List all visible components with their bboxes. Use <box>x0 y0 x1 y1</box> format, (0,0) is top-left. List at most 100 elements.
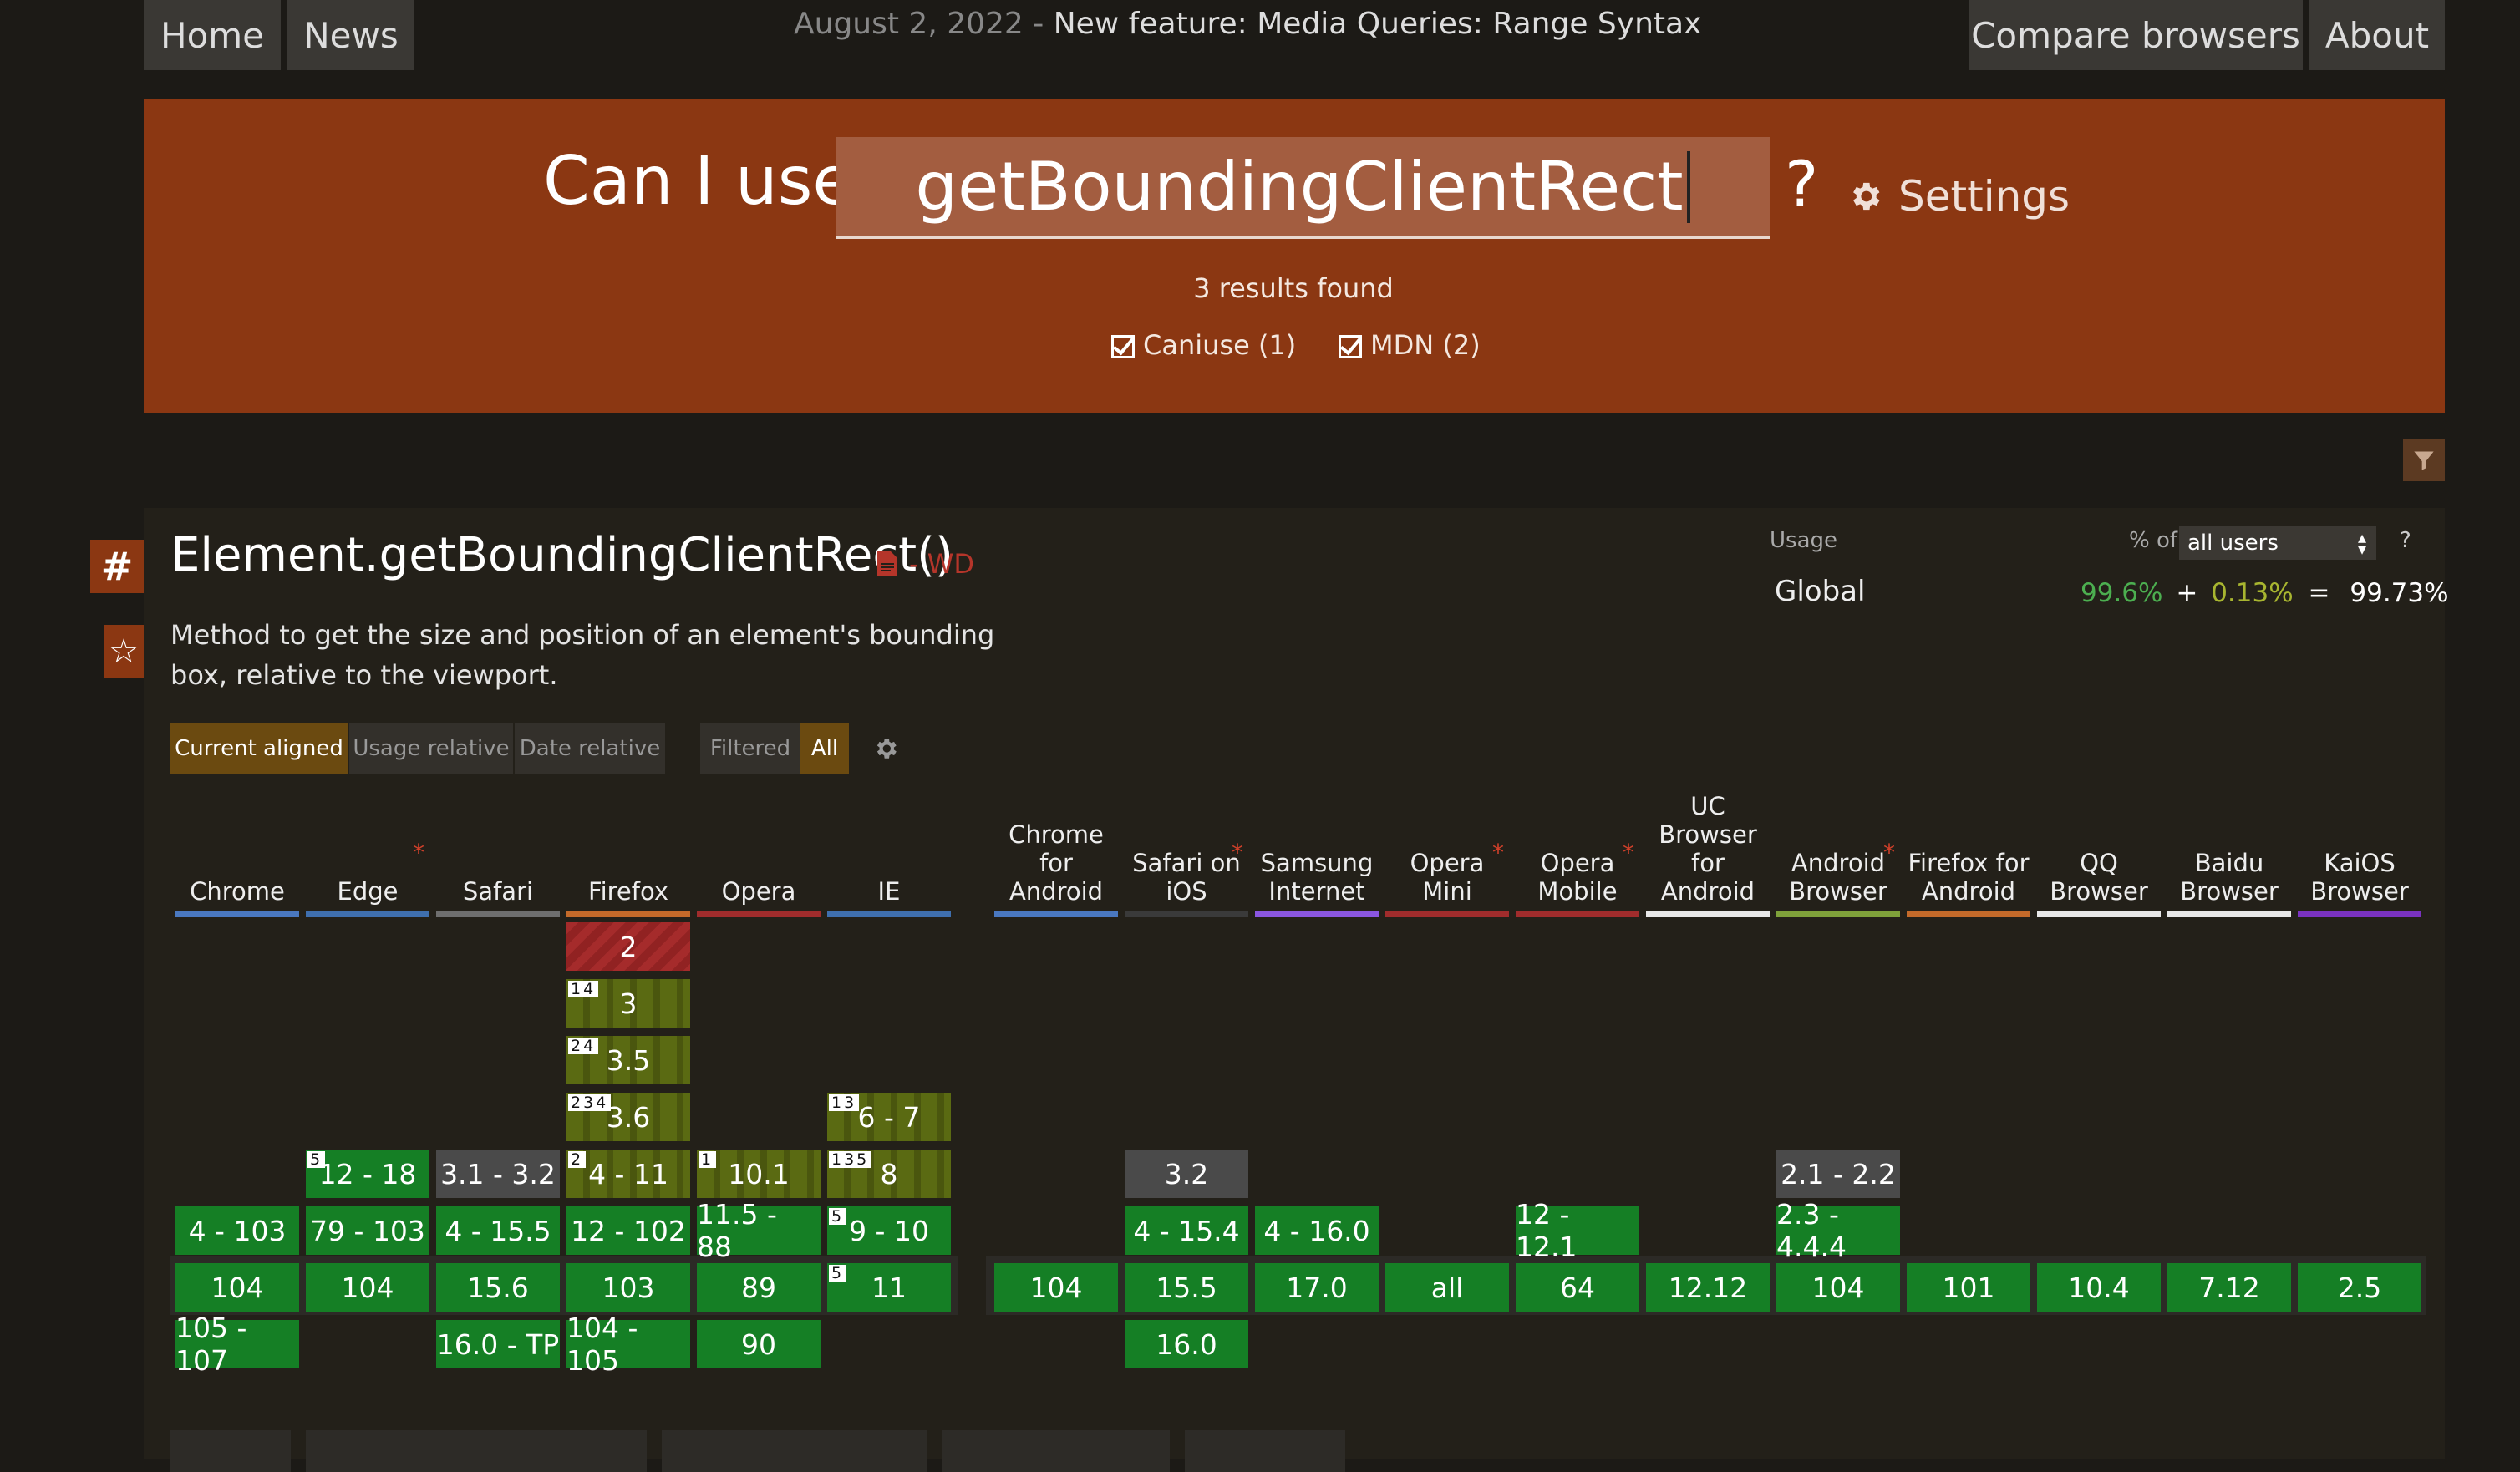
filter-mdn[interactable]: MDN (2) <box>1339 329 1481 361</box>
support-cell[interactable]: 4 - 11 2 <box>566 1150 690 1198</box>
table-settings-button[interactable] <box>872 735 899 765</box>
tab-resources[interactable] <box>942 1430 1170 1472</box>
nav-compare-label: Compare browsers <box>1971 14 2300 56</box>
nav-news[interactable]: News <box>287 0 414 70</box>
spec-status[interactable]: - WD <box>877 548 974 580</box>
support-cell[interactable]: 104 <box>306 1263 429 1312</box>
current-aligned-button[interactable]: Current aligned <box>170 723 348 774</box>
note-badge: 2 <box>568 1151 587 1168</box>
all-button[interactable]: All <box>800 723 849 774</box>
support-cell[interactable]: all <box>1385 1263 1509 1312</box>
support-cell[interactable]: 3.1 - 3.2 <box>436 1150 560 1198</box>
support-cell[interactable]: 104 <box>1776 1263 1900 1312</box>
help-question[interactable]: ? <box>1785 147 1818 221</box>
browser-color-bar <box>994 911 1118 917</box>
support-cell[interactable]: 89 <box>697 1263 821 1312</box>
support-cell[interactable]: 104 - 105 <box>566 1312 690 1377</box>
nav-home[interactable]: Home <box>144 0 281 70</box>
filter-caniuse[interactable]: Caniuse (1) <box>1111 329 1296 361</box>
support-cell[interactable]: 4 - 103 <box>175 1206 299 1255</box>
support-cell[interactable]: 9 - 10 5 <box>827 1206 951 1255</box>
browser-header: Android Browser <box>1789 849 1887 906</box>
tab-known-issues[interactable] <box>662 1430 927 1472</box>
anchor-link[interactable]: # <box>90 540 144 593</box>
support-cell[interactable]: 79 - 103 <box>306 1206 429 1255</box>
support-cell[interactable]: 4 - 16.0 <box>1255 1206 1379 1255</box>
note-badge: 14 <box>568 981 599 997</box>
text-caret <box>1686 150 1690 223</box>
star-button[interactable]: ☆ <box>104 625 144 678</box>
support-cell[interactable]: 12 - 102 <box>566 1206 690 1255</box>
mdn-checkbox[interactable] <box>1339 335 1362 358</box>
support-cell[interactable]: 17.0 <box>1255 1263 1379 1312</box>
support-cell[interactable]: 4 - 15.5 <box>436 1206 560 1255</box>
support-cell[interactable]: 2.1 - 2.2 <box>1776 1150 1900 1198</box>
tab-feedback[interactable] <box>1185 1430 1345 1472</box>
document-icon <box>877 551 897 576</box>
support-cell[interactable]: 11 5 <box>827 1263 951 1312</box>
note-badge: 135 <box>829 1151 872 1168</box>
note-badge: 5 <box>829 1265 847 1282</box>
version-range: 4 - 15.5 <box>445 1214 551 1247</box>
version-range: 101 <box>1942 1271 1995 1304</box>
support-cell[interactable]: 64 <box>1516 1263 1639 1312</box>
note-asterisk: * <box>413 839 424 866</box>
support-cell[interactable]: 12 - 12.1 <box>1516 1198 1639 1263</box>
version-range: 64 <box>1560 1271 1595 1304</box>
support-cell[interactable]: 104 <box>994 1263 1118 1312</box>
usage-scope-select[interactable]: all users ▴ ▾ <box>2179 526 2376 560</box>
version-range: 79 - 103 <box>310 1214 425 1247</box>
news-date: August 2, 2022 - <box>794 7 1054 41</box>
support-cell[interactable]: 104 <box>175 1263 299 1312</box>
usage-full: 99.6% <box>2081 578 2163 608</box>
filtered-button[interactable]: Filtered <box>700 723 800 774</box>
support-cell[interactable]: 4 - 15.4 <box>1125 1206 1248 1255</box>
support-cell[interactable]: 3.5 24 <box>566 1036 690 1084</box>
filter-button[interactable] <box>2403 439 2445 481</box>
browser-header: Firefox for Android <box>1908 849 2030 906</box>
support-cell[interactable]: 10.1 1 <box>697 1150 821 1198</box>
spec-status-label: - WD <box>909 548 974 580</box>
support-cell[interactable]: 15.5 <box>1125 1263 1248 1312</box>
support-cell[interactable]: 103 <box>566 1263 690 1312</box>
browser-color-bar <box>175 911 299 917</box>
support-cell[interactable]: 16.0 - TP <box>436 1320 560 1368</box>
support-cell[interactable]: 2 <box>566 922 690 971</box>
version-range: 2.1 - 2.2 <box>1781 1157 1896 1190</box>
support-cell[interactable]: 15.6 <box>436 1263 560 1312</box>
support-cell[interactable]: 90 <box>697 1320 821 1368</box>
support-cell[interactable]: 3 14 <box>566 979 690 1028</box>
browser-color-bar <box>1385 911 1509 917</box>
tab-test-on-real-browsers[interactable] <box>306 1430 647 1472</box>
browser-color-bar <box>1516 911 1639 917</box>
support-cell[interactable]: 11.5 - 88 <box>697 1198 821 1263</box>
tab-notes[interactable] <box>170 1430 291 1472</box>
news-banner[interactable]: August 2, 2022 - New feature: Media Quer… <box>794 7 1701 41</box>
browser-header: Safari <box>462 877 534 906</box>
search-input[interactable]: getBoundingClientRect <box>836 137 1770 239</box>
support-cell[interactable]: 101 <box>1907 1263 2030 1312</box>
support-cell[interactable]: 16.0 <box>1125 1320 1248 1368</box>
nav-about[interactable]: About <box>2309 0 2445 70</box>
browser-header: KaiOS Browser <box>2310 849 2409 906</box>
usage-partial: 0.13% <box>2211 578 2294 608</box>
support-cell[interactable]: 2.5 <box>2298 1263 2421 1312</box>
date-relative-button[interactable]: Date relative <box>515 723 665 774</box>
support-cell[interactable]: 6 - 7 13 <box>827 1093 951 1141</box>
support-cell[interactable]: 12 - 18 5 <box>306 1150 429 1198</box>
usage-relative-button[interactable]: Usage relative <box>349 723 513 774</box>
caniuse-checkbox[interactable] <box>1111 335 1135 358</box>
browser-header: IE <box>877 877 901 906</box>
version-range: 6 - 7 <box>857 1100 921 1134</box>
support-cell[interactable]: 12.12 <box>1646 1263 1770 1312</box>
support-cell[interactable]: 7.12 <box>2167 1263 2291 1312</box>
support-cell[interactable]: 3.2 <box>1125 1150 1248 1198</box>
usage-help[interactable]: ? <box>2400 528 2411 553</box>
support-cell[interactable]: 10.4 <box>2037 1263 2161 1312</box>
support-cell[interactable]: 8 135 <box>827 1150 951 1198</box>
support-cell[interactable]: 3.6 234 <box>566 1093 690 1141</box>
settings-button[interactable]: Settings <box>1847 172 2070 221</box>
support-cell[interactable]: 105 - 107 <box>175 1312 299 1377</box>
support-cell[interactable]: 2.3 - 4.4.4 <box>1776 1198 1900 1263</box>
nav-compare-browsers[interactable]: Compare browsers <box>1969 0 2303 70</box>
